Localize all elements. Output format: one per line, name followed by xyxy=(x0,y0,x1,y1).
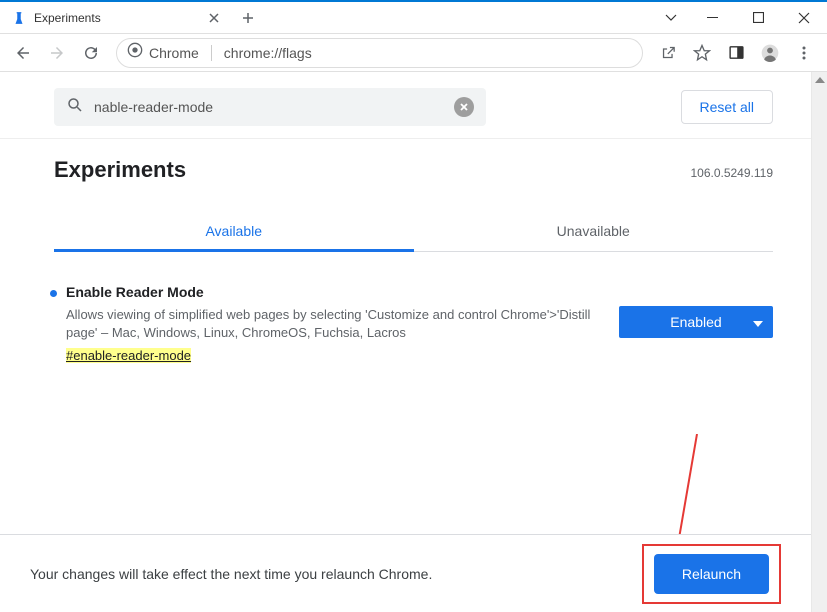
search-input[interactable] xyxy=(94,99,444,115)
chrome-label: Chrome xyxy=(149,45,199,61)
page-title: Experiments xyxy=(54,157,186,183)
tab-title: Experiments xyxy=(34,11,198,25)
relaunch-button[interactable]: Relaunch xyxy=(654,554,769,594)
toolbar: Chrome chrome://flags xyxy=(0,34,827,72)
menu-icon[interactable] xyxy=(789,38,819,68)
search-icon xyxy=(66,96,84,119)
back-button[interactable] xyxy=(8,38,38,68)
relaunch-message: Your changes will take effect the next t… xyxy=(30,566,432,582)
flag-title: Enable Reader Mode xyxy=(66,284,599,300)
page-body: Reset all Experiments 106.0.5249.119 Ava… xyxy=(0,72,827,612)
tab-available[interactable]: Available xyxy=(54,211,414,251)
chevron-down-icon xyxy=(753,314,763,330)
share-icon[interactable] xyxy=(653,38,683,68)
search-input-wrapper[interactable] xyxy=(54,88,486,126)
tab-unavailable[interactable]: Unavailable xyxy=(414,211,774,251)
browser-tab[interactable]: Experiments xyxy=(0,2,232,33)
minimize-button[interactable] xyxy=(689,2,735,34)
tabs: Available Unavailable xyxy=(54,211,773,252)
reset-all-button[interactable]: Reset all xyxy=(681,90,773,124)
flag-hash-link[interactable]: #enable-reader-mode xyxy=(66,348,191,363)
flag-item: Enable Reader Mode Allows viewing of sim… xyxy=(0,252,827,365)
forward-button[interactable] xyxy=(42,38,72,68)
new-tab-button[interactable] xyxy=(232,2,264,33)
window-controls xyxy=(653,2,827,33)
caret-down-icon[interactable] xyxy=(653,2,689,34)
maximize-button[interactable] xyxy=(735,2,781,34)
sidepanel-icon[interactable] xyxy=(721,38,751,68)
close-button[interactable] xyxy=(781,2,827,34)
reload-button[interactable] xyxy=(76,38,106,68)
tab-close-icon[interactable] xyxy=(206,10,222,26)
chrome-logo-icon xyxy=(127,42,143,63)
version-text: 106.0.5249.119 xyxy=(690,166,773,180)
flag-select-value: Enabled xyxy=(670,314,721,330)
titlebar: Experiments xyxy=(0,2,827,34)
flag-description: Allows viewing of simplified web pages b… xyxy=(66,306,599,342)
flask-icon xyxy=(12,11,26,25)
relaunch-highlight: Relaunch xyxy=(642,544,781,604)
scroll-up-icon[interactable] xyxy=(812,72,827,88)
profile-icon[interactable] xyxy=(755,38,785,68)
bookmark-icon[interactable] xyxy=(687,38,717,68)
clear-search-icon[interactable] xyxy=(454,97,474,117)
flag-select[interactable]: Enabled xyxy=(619,306,773,338)
url-text: chrome://flags xyxy=(224,45,312,61)
address-bar[interactable]: Chrome chrome://flags xyxy=(116,38,643,68)
modified-dot-icon xyxy=(50,290,57,297)
relaunch-bar: Your changes will take effect the next t… xyxy=(0,534,811,612)
scrollbar[interactable] xyxy=(811,72,827,612)
